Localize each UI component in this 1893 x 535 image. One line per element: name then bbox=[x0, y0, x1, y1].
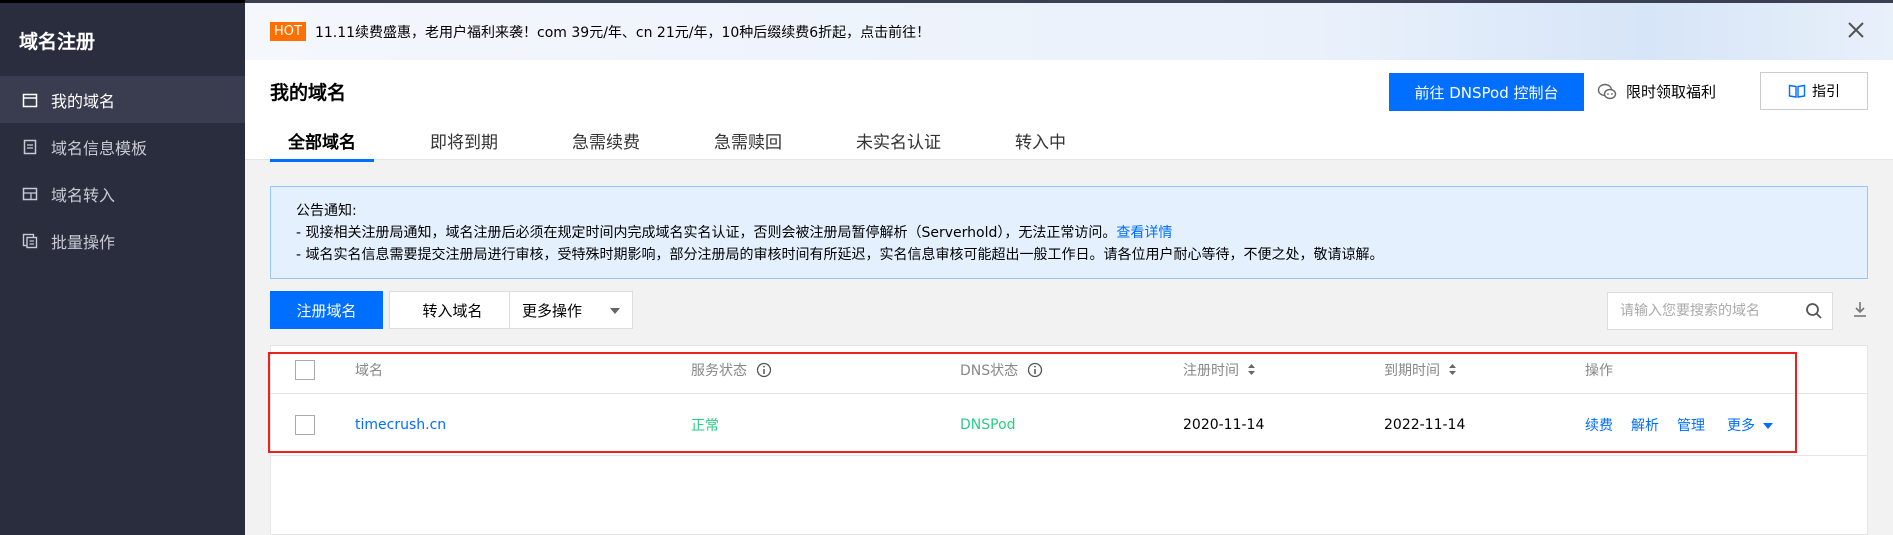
tab-redeem-needed[interactable]: 急需赎回 bbox=[696, 128, 800, 160]
more-link[interactable]: 更多 bbox=[1727, 415, 1755, 435]
column-dns-status-label: DNS状态 bbox=[960, 362, 1019, 379]
wechat-icon bbox=[1597, 83, 1617, 101]
column-expire-time-label: 到期时间 bbox=[1384, 362, 1440, 379]
row-checkbox[interactable] bbox=[295, 414, 315, 435]
book-icon bbox=[1788, 83, 1806, 99]
close-icon[interactable] bbox=[1845, 19, 1867, 41]
resolve-link[interactable]: 解析 bbox=[1631, 415, 1659, 435]
page-title: 我的域名 bbox=[270, 82, 347, 104]
sidebar: 域名注册 我的域名 域名信息模板 域名转入 批量操作 bbox=[0, 0, 245, 535]
chevron-down-icon[interactable] bbox=[1763, 422, 1773, 429]
sidebar-item-label: 批量操作 bbox=[51, 232, 116, 252]
info-icon[interactable] bbox=[756, 362, 772, 378]
notice-line-1-text: - 现接相关注册局通知，域名注册后必须在规定时间内完成域名实名认证，否则会被注册… bbox=[296, 225, 1117, 241]
benefit-label: 限时领取福利 bbox=[1626, 83, 1717, 101]
promo-banner[interactable]: HOT 11.11续费盛惠，老用户福利来袭！com 39元/年、cn 21元/年… bbox=[245, 3, 1893, 60]
column-expire-time[interactable]: 到期时间 bbox=[1384, 346, 1457, 393]
renew-link[interactable]: 续费 bbox=[1585, 415, 1613, 435]
register-time-value: 2020-11-14 bbox=[1183, 416, 1265, 433]
notice-line-1: - 现接相关注册局通知，域名注册后必须在规定时间内完成域名实名认证，否则会被注册… bbox=[296, 222, 1842, 244]
column-dns-status: DNS状态 bbox=[960, 346, 1043, 393]
sidebar-item-my-domains[interactable]: 我的域名 bbox=[0, 76, 245, 123]
sort-icon[interactable] bbox=[1247, 363, 1256, 376]
dnspod-console-button[interactable]: 前往 DNSPod 控制台 bbox=[1389, 73, 1584, 111]
main-content: HOT 11.11续费盛惠，老用户福利来袭！com 39元/年、cn 21元/年… bbox=[245, 0, 1893, 535]
domain-tabs: 全部域名 即将到期 急需续费 急需赎回 未实名认证 转入中 bbox=[270, 128, 1122, 162]
manage-link[interactable]: 管理 bbox=[1677, 415, 1705, 435]
hot-badge: HOT bbox=[270, 22, 306, 41]
column-actions: 操作 bbox=[1585, 362, 1613, 379]
tab-expiring-soon[interactable]: 即将到期 bbox=[412, 128, 516, 160]
copy-icon bbox=[21, 232, 39, 250]
column-domain: 域名 bbox=[355, 362, 383, 379]
info-icon[interactable] bbox=[1027, 362, 1043, 378]
column-service-status: 服务状态 bbox=[691, 346, 772, 393]
more-actions-select[interactable]: 更多操作 bbox=[509, 291, 633, 329]
more-actions-label: 更多操作 bbox=[522, 301, 583, 320]
sidebar-item-transfer-in[interactable]: 域名转入 bbox=[0, 170, 245, 217]
download-icon[interactable] bbox=[1852, 300, 1868, 318]
search-input[interactable] bbox=[1620, 303, 1795, 319]
banner-text[interactable]: 11.11续费盛惠，老用户福利来袭！com 39元/年、cn 21元/年，10种… bbox=[315, 22, 930, 42]
select-all-checkbox[interactable] bbox=[295, 359, 315, 380]
benefit-link[interactable]: 限时领取福利 bbox=[1597, 81, 1716, 102]
notice-line-2: - 域名实名信息需要提交注册局进行审核，受特殊时期影响，部分注册局的审核时间有所… bbox=[296, 247, 1384, 263]
domain-link[interactable]: timecrush.cn bbox=[355, 394, 446, 455]
register-domain-button[interactable]: 注册域名 bbox=[270, 291, 383, 329]
guide-label: 指引 bbox=[1812, 84, 1840, 100]
transfer-domain-button[interactable]: 转入域名 bbox=[389, 291, 516, 329]
sidebar-item-label: 域名信息模板 bbox=[51, 138, 148, 158]
tab-renew-needed[interactable]: 急需续费 bbox=[554, 128, 658, 160]
search-icon[interactable] bbox=[1805, 302, 1823, 320]
domain-table: 域名 服务状态 DNS状态 注册时间 到期时间 操作 timecrush.cn … bbox=[270, 345, 1868, 535]
sidebar-item-label: 我的域名 bbox=[51, 91, 116, 111]
select-all-cell bbox=[295, 346, 315, 393]
table-row: timecrush.cn 正常 DNSPod 2020-11-14 2022-1… bbox=[271, 394, 1867, 456]
column-register-time[interactable]: 注册时间 bbox=[1183, 346, 1256, 393]
tab-unverified[interactable]: 未实名认证 bbox=[838, 128, 959, 160]
chevron-down-icon bbox=[610, 308, 620, 314]
expire-time-value: 2022-11-14 bbox=[1384, 416, 1466, 433]
notice-detail-link[interactable]: 查看详情 bbox=[1116, 225, 1172, 241]
tab-all-domains[interactable]: 全部域名 bbox=[270, 128, 374, 162]
sidebar-item-templates[interactable]: 域名信息模板 bbox=[0, 123, 245, 170]
notice-title: 公告通知: bbox=[296, 203, 357, 219]
sidebar-title: 域名注册 bbox=[0, 0, 245, 76]
sidebar-item-label: 域名转入 bbox=[51, 185, 116, 205]
dns-status-value: DNSPod bbox=[960, 416, 1016, 433]
column-service-status-label: 服务状态 bbox=[691, 362, 747, 379]
notice-box: 公告通知: - 现接相关注册局通知，域名注册后必须在规定时间内完成域名实名认证，… bbox=[270, 186, 1868, 279]
calendar-icon bbox=[21, 91, 39, 109]
row-actions: 续费 解析 管理 更多 bbox=[1585, 394, 1773, 455]
sort-icon[interactable] bbox=[1448, 363, 1457, 376]
column-register-time-label: 注册时间 bbox=[1183, 362, 1239, 379]
page-header: 我的域名 前往 DNSPod 控制台 限时领取福利 指引 全部域名 即将到期 急… bbox=[245, 60, 1893, 162]
table-header: 域名 服务状态 DNS状态 注册时间 到期时间 操作 bbox=[271, 346, 1867, 394]
service-status-value: 正常 bbox=[691, 417, 719, 434]
row-select-cell bbox=[295, 394, 315, 455]
guide-button[interactable]: 指引 bbox=[1760, 72, 1868, 110]
search-box bbox=[1607, 292, 1833, 330]
document-icon bbox=[21, 138, 39, 156]
transfer-icon bbox=[21, 185, 39, 203]
sidebar-item-batch[interactable]: 批量操作 bbox=[0, 217, 245, 264]
tab-transferring[interactable]: 转入中 bbox=[997, 128, 1084, 160]
